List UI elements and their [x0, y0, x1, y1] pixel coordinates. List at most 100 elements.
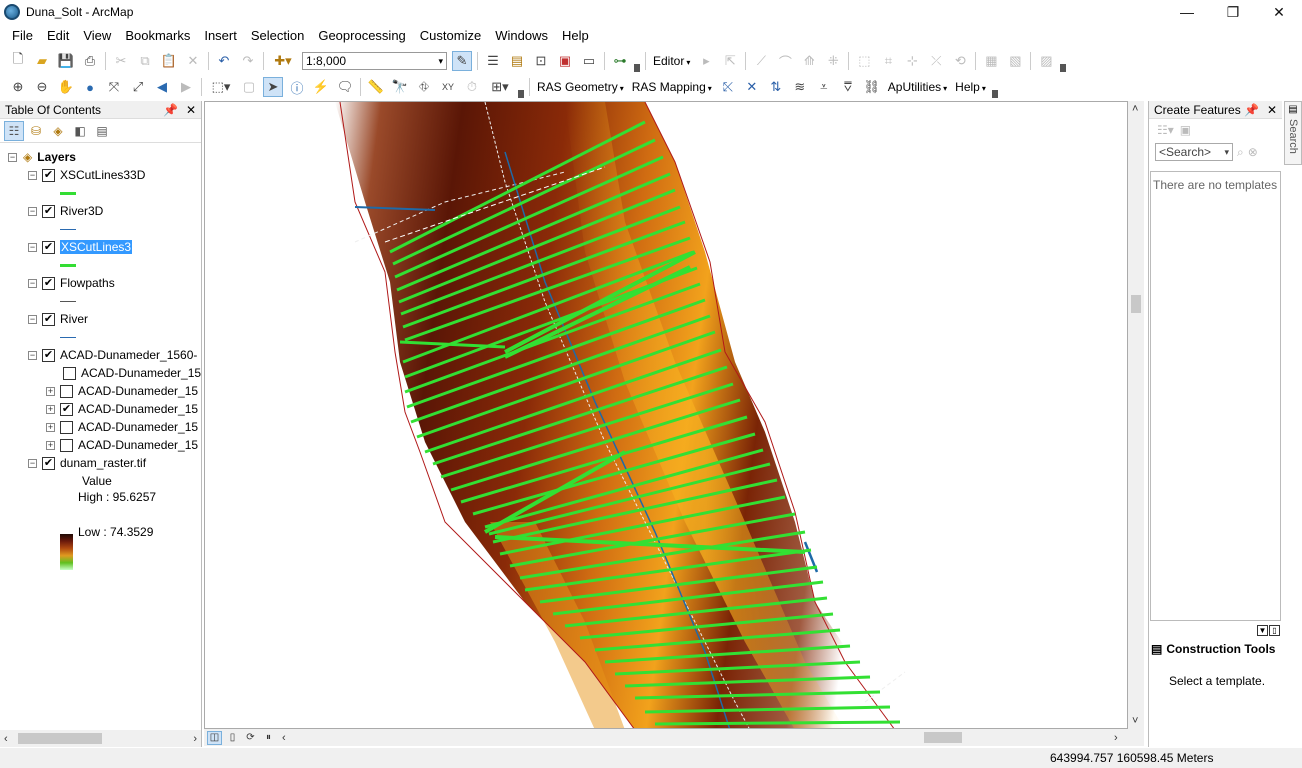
- split-icon[interactable]: ⤫: [926, 51, 946, 71]
- toolbar-grip[interactable]: [991, 90, 998, 98]
- layer-row[interactable]: − ✔ ACAD-Dunameder_1560-: [28, 346, 197, 364]
- pause-drawing-icon[interactable]: ⏸: [261, 731, 276, 745]
- menu-edit[interactable]: Edit: [40, 27, 76, 45]
- create-viewer-icon[interactable]: ⊞▾: [486, 77, 514, 97]
- collapse-icon[interactable]: −: [28, 242, 37, 252]
- layer-row[interactable]: − ✔ Flowpaths: [28, 274, 115, 292]
- menu-view[interactable]: View: [76, 27, 118, 45]
- collapse-icon[interactable]: ▼: [1257, 624, 1268, 636]
- refresh-icon[interactable]: ⟳: [243, 731, 258, 745]
- expand-icon[interactable]: +: [46, 404, 55, 414]
- menu-selection[interactable]: Selection: [244, 27, 311, 45]
- table-of-contents-icon[interactable]: ☰: [483, 51, 503, 71]
- copy-icon[interactable]: ⧉: [135, 51, 155, 71]
- clear-search-icon[interactable]: ⊗: [1248, 145, 1258, 159]
- cut-icon[interactable]: ✂: [111, 51, 131, 71]
- add-data-icon[interactable]: ✚▾: [269, 51, 297, 71]
- back-extent-icon[interactable]: ◀: [152, 77, 172, 97]
- python-window-icon[interactable]: ▭: [579, 51, 599, 71]
- hyperlink-icon[interactable]: ⚡: [311, 77, 331, 97]
- arctoolbox-icon[interactable]: ▣: [555, 51, 575, 71]
- close-icon[interactable]: ✕: [1267, 103, 1277, 117]
- measure-icon[interactable]: 📏: [366, 77, 386, 97]
- sublayer-row[interactable]: + ACAD-Dunameder_15: [46, 436, 198, 454]
- menu-help[interactable]: Help: [555, 27, 596, 45]
- aputilities-menu[interactable]: ApUtilities ▾: [884, 80, 951, 94]
- list-by-visibility-icon[interactable]: ◈: [48, 121, 68, 141]
- create-features-icon[interactable]: ▨: [1036, 51, 1056, 71]
- minimize-button[interactable]: —: [1164, 0, 1210, 24]
- rotate-icon[interactable]: ⟲: [950, 51, 970, 71]
- menu-insert[interactable]: Insert: [197, 27, 244, 45]
- expand-icon[interactable]: +: [46, 440, 55, 450]
- scroll-up-icon[interactable]: ˄: [1132, 103, 1138, 115]
- html-popup-icon[interactable]: 🗨: [335, 77, 355, 97]
- layer-row[interactable]: − ✔ XSCutLines33D: [28, 166, 145, 184]
- collapse-icon[interactable]: −: [8, 152, 17, 162]
- print-icon[interactable]: ⎙: [80, 51, 100, 71]
- catalog-icon[interactable]: ▤: [507, 51, 527, 71]
- scroll-thumb[interactable]: [924, 732, 962, 743]
- layer-visibility-checkbox[interactable]: [63, 366, 76, 380]
- template-search-input[interactable]: <Search> ▾: [1155, 143, 1233, 161]
- save-icon[interactable]: 💾: [56, 51, 76, 71]
- paste-icon[interactable]: 📋: [159, 51, 179, 71]
- sketch-properties-icon[interactable]: ▧: [1005, 51, 1025, 71]
- layer-row[interactable]: − ✔ dunam_raster.tif: [28, 454, 146, 472]
- search-side-tab[interactable]: ▤ Search: [1284, 101, 1302, 165]
- template-properties-icon[interactable]: ▣: [1180, 123, 1191, 137]
- ras-geometry-menu[interactable]: RAS Geometry ▾: [533, 80, 628, 94]
- sublayer-row[interactable]: + ACAD-Dunameder_15: [46, 418, 198, 436]
- expand-icon[interactable]: +: [46, 386, 55, 396]
- data-view-icon[interactable]: ◫: [207, 730, 222, 745]
- xs-plot-icon[interactable]: ≋: [790, 77, 810, 97]
- sublayer-row[interactable]: + ACAD-Dunameder_15: [46, 382, 198, 400]
- fixed-zoom-in-icon[interactable]: ⤧: [104, 77, 124, 97]
- menu-windows[interactable]: Windows: [488, 27, 555, 45]
- collapse-icon[interactable]: −: [28, 314, 37, 324]
- layer-visibility-checkbox[interactable]: ✔: [42, 276, 55, 290]
- reshape-icon[interactable]: ⌗: [878, 51, 898, 71]
- scroll-thumb[interactable]: [1131, 295, 1141, 313]
- layer-visibility-checkbox[interactable]: [60, 438, 73, 452]
- layer-visibility-checkbox[interactable]: ✔: [42, 204, 55, 218]
- expand-icon[interactable]: +: [46, 422, 55, 432]
- scroll-left-icon[interactable]: ‹: [4, 733, 8, 745]
- go-to-xy-icon[interactable]: XY: [438, 77, 458, 97]
- search-icon[interactable]: ⌕: [1237, 145, 1244, 160]
- cut-polygons-icon[interactable]: ⊹: [902, 51, 922, 71]
- ras-mapping-menu[interactable]: RAS Mapping ▾: [628, 80, 716, 94]
- toolbar-grip[interactable]: [1060, 64, 1067, 72]
- delete-icon[interactable]: ✕: [183, 51, 203, 71]
- clear-selection-icon[interactable]: ▢: [239, 77, 259, 97]
- layer-visibility-checkbox[interactable]: ✔: [60, 402, 73, 416]
- scroll-right-icon[interactable]: ›: [1114, 732, 1118, 744]
- zoom-out-icon[interactable]: ⊖: [32, 77, 52, 97]
- time-slider-icon[interactable]: ⏱: [462, 77, 482, 97]
- scroll-down-icon[interactable]: ˅: [1132, 715, 1138, 727]
- assign-river-code-icon[interactable]: ⤪: [718, 77, 738, 97]
- menu-file[interactable]: File: [5, 27, 40, 45]
- layer-row[interactable]: − ✔ XSCutLines3: [28, 238, 133, 256]
- pin-icon[interactable]: 📌: [1244, 103, 1259, 117]
- model-builder-icon[interactable]: ⊶: [610, 51, 630, 71]
- ras-help-menu[interactable]: Help ▾: [951, 80, 990, 94]
- layers-root[interactable]: − ◈ Layers: [8, 148, 76, 166]
- redo-icon[interactable]: ↷: [238, 51, 258, 71]
- layer-visibility-checkbox[interactable]: ✔: [42, 456, 55, 470]
- end-point-arc-icon[interactable]: ⌒: [775, 51, 795, 71]
- map-view[interactable]: [204, 101, 1128, 729]
- open-folder-icon[interactable]: ▰: [32, 51, 52, 71]
- close-button[interactable]: ✕: [1256, 0, 1302, 24]
- edit-tool-icon[interactable]: ▸: [696, 51, 716, 71]
- collapse-icon[interactable]: −: [28, 350, 37, 360]
- collapse-icon[interactable]: −: [28, 278, 37, 288]
- sublayer-row[interactable]: ACAD-Dunameder_15: [58, 364, 201, 382]
- flow-direction-icon[interactable]: ⇅: [766, 77, 786, 97]
- toolbar-grip[interactable]: [634, 64, 640, 72]
- layer-visibility-checkbox[interactable]: ✔: [42, 312, 55, 326]
- trace-icon[interactable]: ⟰: [799, 51, 819, 71]
- attributes-icon[interactable]: ▦: [981, 51, 1001, 71]
- layer-visibility-checkbox[interactable]: [60, 384, 73, 398]
- sublayer-row[interactable]: + ✔ ACAD-Dunameder_15: [46, 400, 198, 418]
